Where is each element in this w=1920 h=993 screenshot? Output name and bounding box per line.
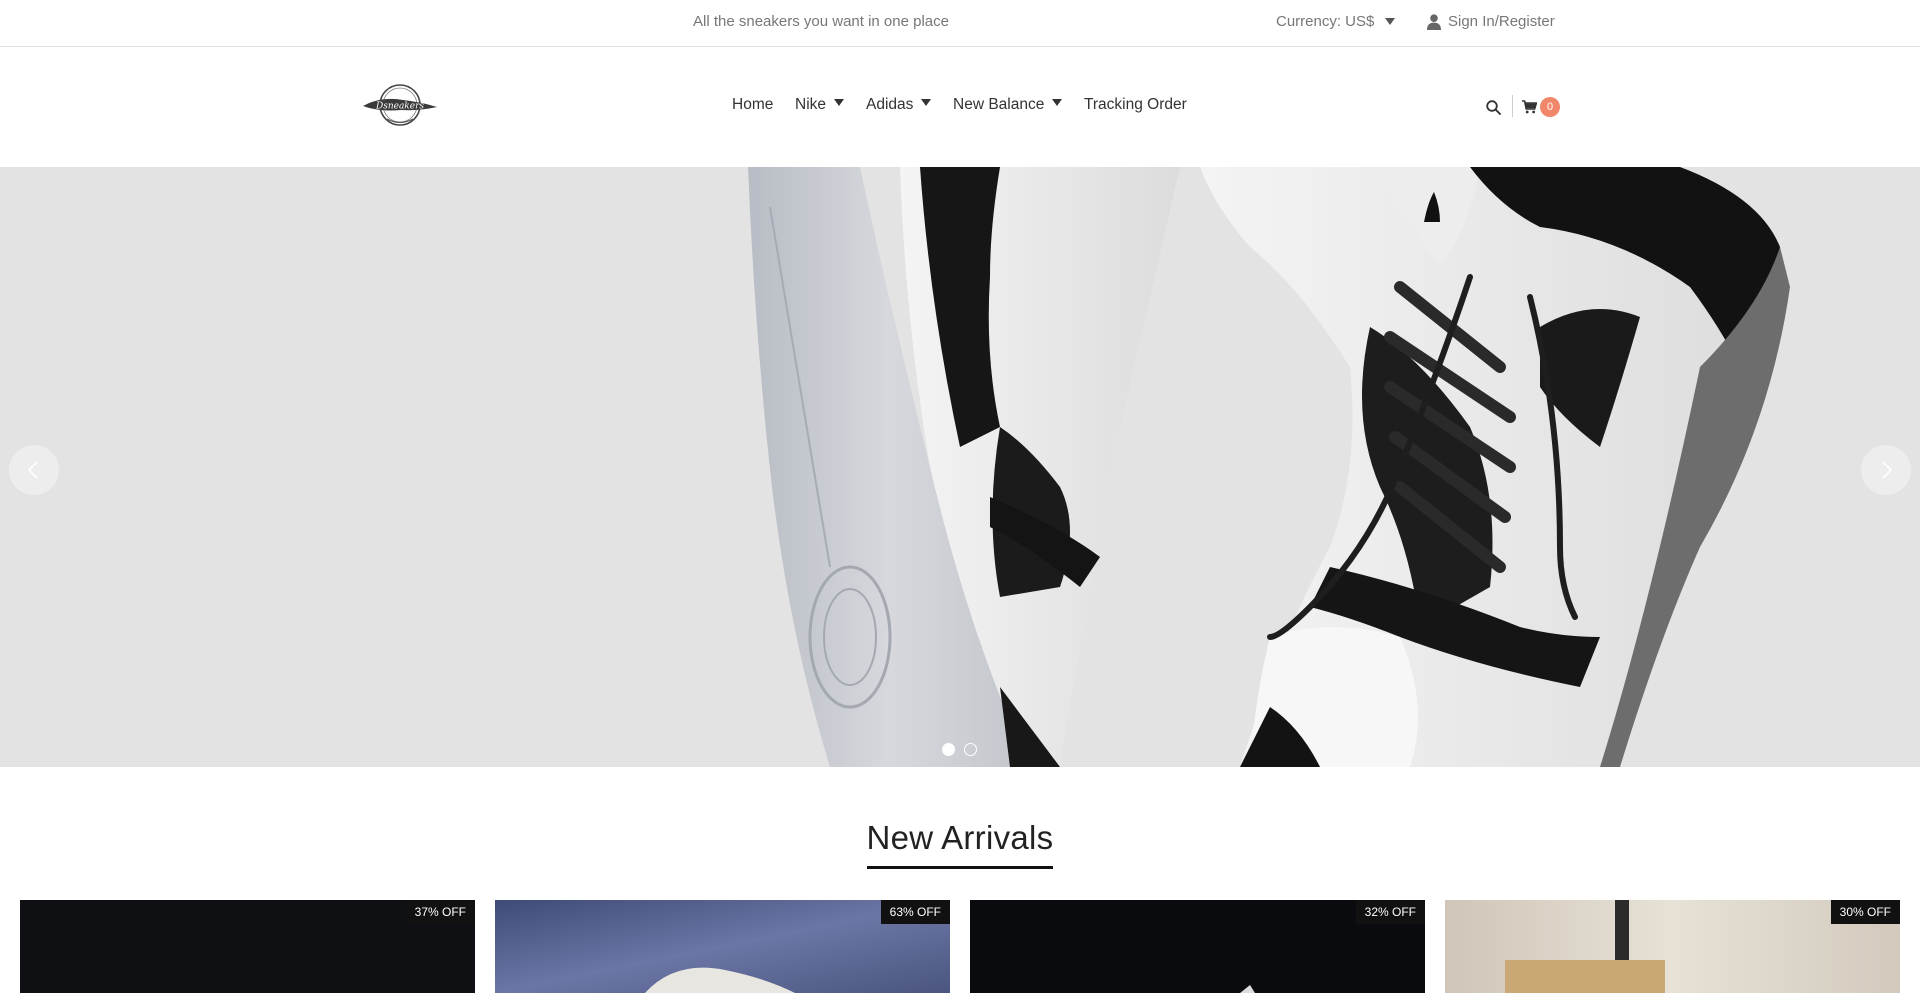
product-card[interactable]: 37% OFF [20, 900, 475, 993]
sign-in-label: Sign In/Register [1448, 13, 1555, 30]
hero-carousel [0, 167, 1920, 767]
chevron-down-icon [1385, 18, 1395, 25]
cart-icon[interactable] [1522, 100, 1537, 114]
discount-badge: 37% OFF [405, 900, 475, 924]
cart-count-badge[interactable]: 0 [1540, 97, 1560, 117]
product-card[interactable]: 63% OFF [495, 900, 950, 993]
nav-label: Adidas [866, 96, 914, 113]
logo[interactable]: Dsneakers [361, 82, 439, 128]
caret-down-icon [921, 99, 932, 107]
site-header: Dsneakers Home Nike Adidas New Balance T… [0, 47, 1920, 167]
nav-item-nike[interactable]: Nike [795, 96, 845, 114]
discount-badge: 63% OFF [880, 900, 950, 924]
chevron-left-icon [27, 461, 38, 479]
top-bar: All the sneakers you want in one place C… [0, 0, 1920, 47]
search-icon[interactable] [1486, 100, 1501, 115]
nav-label: New Balance [953, 96, 1045, 113]
product-card[interactable]: 30% OFF [1445, 900, 1900, 993]
nav-item-home[interactable]: Home [732, 96, 773, 114]
nav-label: Nike [795, 96, 827, 113]
carousel-next-button[interactable] [1861, 445, 1911, 495]
nav-item-tracking-order[interactable]: Tracking Order [1084, 96, 1187, 114]
header-divider [1512, 95, 1513, 117]
nav-item-adidas[interactable]: Adidas [866, 96, 932, 114]
carousel-dot-2[interactable] [964, 743, 977, 756]
currency-label: Currency: US$ [1276, 13, 1375, 30]
nav-label: Home [732, 96, 774, 113]
hero-sneaker-image [0, 167, 1920, 767]
caret-down-icon [834, 99, 845, 107]
currency-selector[interactable]: Currency: US$ [1276, 13, 1395, 30]
chevron-right-icon [1882, 461, 1893, 479]
discount-badge: 30% OFF [1830, 900, 1900, 924]
caret-down-icon [1052, 99, 1063, 107]
product-card[interactable]: 32% OFF [970, 900, 1425, 993]
section-title-new-arrivals: New Arrivals [866, 819, 1054, 856]
logo-text: Dsneakers [375, 102, 424, 112]
nav-label: Tracking Order [1084, 96, 1187, 113]
tagline: All the sneakers you want in one place [693, 13, 949, 30]
carousel-prev-button[interactable] [9, 445, 59, 495]
user-icon [1427, 14, 1441, 30]
carousel-dot-1[interactable] [942, 743, 955, 756]
discount-badge: 32% OFF [1355, 900, 1425, 924]
nav-item-new-balance[interactable]: New Balance [953, 96, 1063, 114]
title-underline [867, 866, 1053, 869]
